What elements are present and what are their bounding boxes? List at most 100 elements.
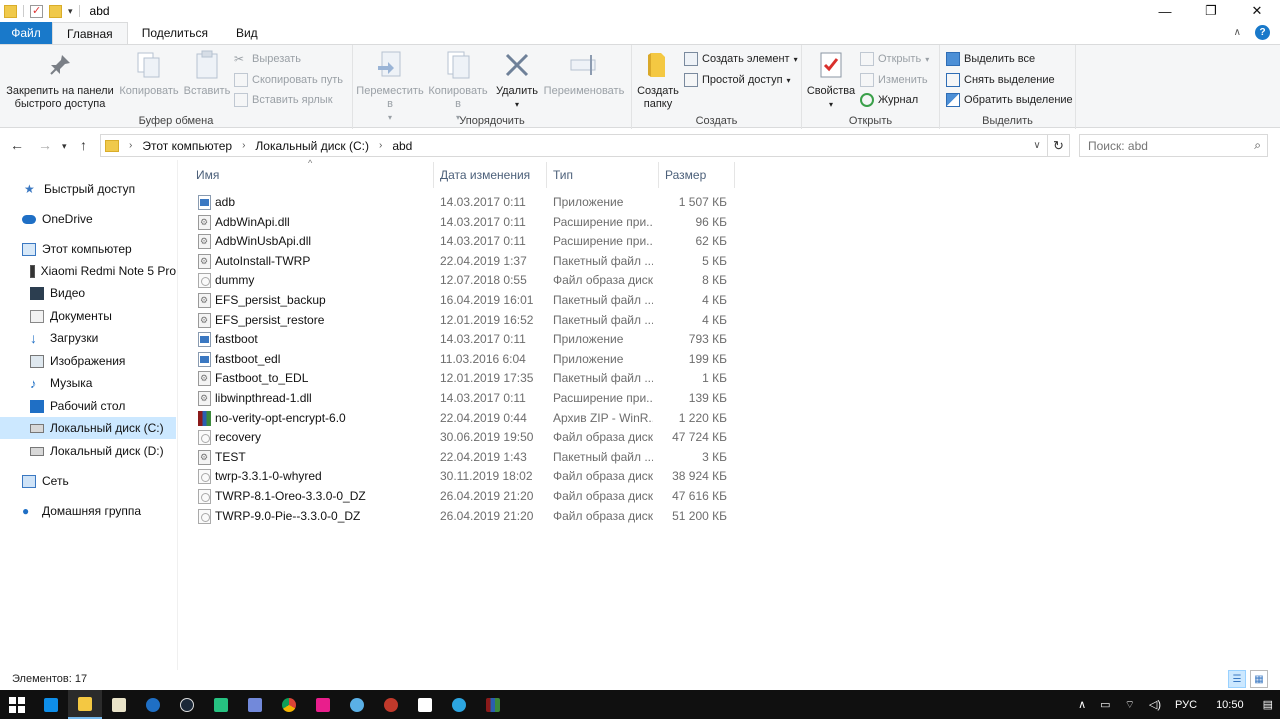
table-row[interactable]: EFS_persist_restore 12.01.2019 16:52 Пакет… bbox=[190, 311, 735, 330]
sidebar-item-homegroup[interactable]: ● Домашняя группа bbox=[0, 500, 176, 522]
forward-arrow-icon[interactable]: → bbox=[38, 137, 52, 153]
table-row[interactable]: Fastboot_to_EDL 12.01.2019 17:35 Пакетный … bbox=[190, 369, 735, 388]
sidebar-item-video[interactable]: Видео bbox=[0, 282, 176, 304]
easy-access-button[interactable]: Простой доступ ▾ bbox=[684, 73, 791, 87]
history-button[interactable]: Журнал bbox=[860, 93, 918, 107]
table-row[interactable]: adb 14.03.2017 0:11 Приложение 1 507 КБ bbox=[190, 193, 735, 212]
copy-to-button[interactable]: Копировать в ▾ bbox=[425, 49, 491, 124]
folder-icon[interactable] bbox=[4, 4, 17, 18]
start-icon[interactable] bbox=[0, 690, 34, 719]
search-box[interactable]: ⌕ bbox=[1079, 134, 1268, 157]
new-folder-button[interactable]: Создать папку bbox=[634, 49, 682, 111]
back-arrow-icon[interactable]: ← bbox=[10, 137, 24, 153]
battery-icon[interactable]: ▭ bbox=[1093, 698, 1117, 711]
tab-view[interactable]: Вид bbox=[222, 22, 272, 44]
copy-path-button[interactable]: Скопировать путь bbox=[234, 73, 343, 87]
table-row[interactable]: TWRP-8.1-Oreo-3.3.0-0_DZ 26.04.2019 21:20… bbox=[190, 487, 735, 506]
table-row[interactable]: AutoInstall-TWRP 22.04.2019 1:37 Пакетный … bbox=[190, 252, 735, 271]
sidebar-item-network[interactable]: Сеть bbox=[0, 470, 176, 492]
column-header-name[interactable]: Имя bbox=[190, 162, 434, 188]
properties-icon[interactable] bbox=[30, 4, 43, 18]
column-header-size[interactable]: Размер bbox=[659, 162, 735, 188]
sidebar-item-this-pc[interactable]: Этот компьютер bbox=[0, 238, 176, 260]
column-header-date[interactable]: Дата изменения bbox=[434, 162, 547, 188]
invert-selection-button[interactable]: Обратить выделение bbox=[946, 93, 1073, 107]
sidebar-item-xiaomi[interactable]: Xiaomi Redmi Note 5 Pro bbox=[0, 260, 176, 282]
pin-quick-access-button[interactable]: Закрепить на панели быстрого доступа bbox=[4, 49, 116, 111]
file-explorer-icon[interactable] bbox=[68, 690, 102, 719]
search-icon[interactable]: ⌕ bbox=[1254, 138, 1261, 153]
paste-button[interactable]: Вставить bbox=[182, 49, 232, 98]
chevron-right-icon[interactable]: › bbox=[242, 140, 245, 151]
sidebar-item-desktop[interactable]: Рабочий стол bbox=[0, 395, 176, 417]
table-row[interactable]: AdbWinUsbApi.dll 14.03.2017 0:11 Расширени… bbox=[190, 232, 735, 251]
sidebar-item-music[interactable]: ♪ Музыка bbox=[0, 372, 176, 394]
table-row[interactable]: fastboot_edl 11.03.2016 6:04 Приложение 199… bbox=[190, 350, 735, 369]
up-arrow-icon[interactable]: ↑ bbox=[80, 137, 87, 153]
select-all-button[interactable]: Выделить все bbox=[946, 52, 1035, 66]
language-indicator[interactable]: РУС bbox=[1168, 699, 1204, 711]
new-item-button[interactable]: Создать элемент ▾ bbox=[684, 52, 798, 66]
table-row[interactable]: TEST 22.04.2019 1:43 Пакетный файл ... 3 КБ bbox=[190, 448, 735, 467]
game-icon[interactable] bbox=[374, 690, 408, 719]
breadcrumb-this-pc[interactable]: Этот компьютер bbox=[142, 139, 232, 153]
breadcrumb-abd[interactable]: abd bbox=[392, 139, 412, 153]
store-icon[interactable] bbox=[408, 690, 442, 719]
volume-icon[interactable]: ◁) bbox=[1142, 698, 1168, 711]
notepad-icon[interactable] bbox=[102, 690, 136, 719]
chevron-right-icon[interactable]: › bbox=[129, 140, 132, 151]
refresh-icon[interactable]: ↻ bbox=[1047, 135, 1069, 156]
address-history-dropdown-icon[interactable]: ∨ bbox=[1027, 140, 1047, 151]
rename-button[interactable]: Переименовать bbox=[541, 49, 627, 98]
pane-divider[interactable] bbox=[177, 160, 178, 670]
minimize-ribbon-icon[interactable]: ∧ bbox=[1234, 27, 1241, 38]
address-bar[interactable]: › Этот компьютер › Локальный диск (C:) ›… bbox=[100, 134, 1070, 157]
customize-quick-access-icon[interactable]: ▾ bbox=[68, 6, 73, 17]
table-row[interactable]: no-verity-opt-encrypt-6.0 22.04.2019 0:44… bbox=[190, 409, 735, 428]
properties-button[interactable]: Свойства ▾ bbox=[806, 49, 856, 111]
help-icon[interactable]: ? bbox=[1255, 25, 1270, 40]
chevron-right-icon[interactable]: › bbox=[379, 140, 382, 151]
copy-button[interactable]: Копировать bbox=[118, 49, 180, 98]
recent-locations-icon[interactable]: ▾ bbox=[62, 141, 67, 152]
large-icons-view-icon[interactable]: ▦ bbox=[1250, 670, 1268, 688]
maximize-button[interactable]: ❐ bbox=[1188, 0, 1234, 22]
delete-button[interactable]: Удалить ▾ bbox=[493, 49, 541, 111]
search-input[interactable] bbox=[1088, 138, 1238, 153]
tab-file[interactable]: Файл bbox=[0, 22, 52, 44]
open-button[interactable]: Открыть ▾ bbox=[860, 52, 929, 66]
table-row[interactable]: libwinpthread-1.dll 14.03.2017 0:11 Расшир… bbox=[190, 389, 735, 408]
table-row[interactable]: recovery 30.06.2019 19:50 Файл образа диск… bbox=[190, 428, 735, 447]
edge-icon[interactable] bbox=[136, 690, 170, 719]
table-row[interactable]: dummy 12.07.2018 0:55 Файл образа диска 8 К… bbox=[190, 271, 735, 290]
edit-button[interactable]: Изменить bbox=[860, 73, 928, 87]
table-row[interactable]: TWRP-9.0-Pie--3.3.0-0_DZ 26.04.2019 21:20… bbox=[190, 507, 735, 526]
app-icon[interactable] bbox=[306, 690, 340, 719]
sidebar-item-downloads[interactable]: ↓ Загрузки bbox=[0, 327, 176, 349]
show-hidden-icons-icon[interactable]: ∧ bbox=[1071, 698, 1093, 711]
sidebar-item-drive-c[interactable]: Локальный диск (C:) bbox=[0, 417, 176, 439]
discord-icon[interactable] bbox=[238, 690, 272, 719]
new-folder-icon[interactable] bbox=[49, 4, 62, 18]
clock[interactable]: 10:50 bbox=[1204, 699, 1256, 711]
winrar-icon[interactable] bbox=[476, 690, 510, 719]
table-row[interactable]: fastboot 14.03.2017 0:11 Приложение 793 КБ bbox=[190, 330, 735, 349]
chrome-icon[interactable] bbox=[272, 690, 306, 719]
wifi-icon[interactable]: ⌔ bbox=[1118, 698, 1142, 712]
minimize-button[interactable]: — bbox=[1142, 0, 1188, 22]
table-row[interactable]: EFS_persist_backup 16.04.2019 16:01 Пакетн… bbox=[190, 291, 735, 310]
paste-shortcut-button[interactable]: Вставить ярлык bbox=[234, 93, 333, 107]
telegram-icon[interactable] bbox=[442, 690, 476, 719]
cut-button[interactable]: ✂ Вырезать bbox=[234, 52, 301, 66]
teamviewer-icon[interactable] bbox=[34, 690, 68, 719]
tab-home[interactable]: Главная bbox=[52, 22, 128, 44]
column-header-type[interactable]: Тип bbox=[547, 162, 659, 188]
sidebar-item-drive-d[interactable]: Локальный диск (D:) bbox=[0, 440, 176, 462]
notifications-icon[interactable]: ▤ bbox=[1256, 698, 1280, 711]
network-app-icon[interactable] bbox=[340, 690, 374, 719]
select-none-button[interactable]: Снять выделение bbox=[946, 73, 1055, 87]
table-row[interactable]: twrp-3.3.1-0-whyred 30.11.2019 18:02 Файл … bbox=[190, 467, 735, 486]
breadcrumb-drive-c[interactable]: Локальный диск (C:) bbox=[255, 139, 369, 153]
table-row[interactable]: AdbWinApi.dll 14.03.2017 0:11 Расширение п… bbox=[190, 213, 735, 232]
sidebar-item-quick-access[interactable]: ★ Быстрый доступ bbox=[0, 178, 176, 200]
